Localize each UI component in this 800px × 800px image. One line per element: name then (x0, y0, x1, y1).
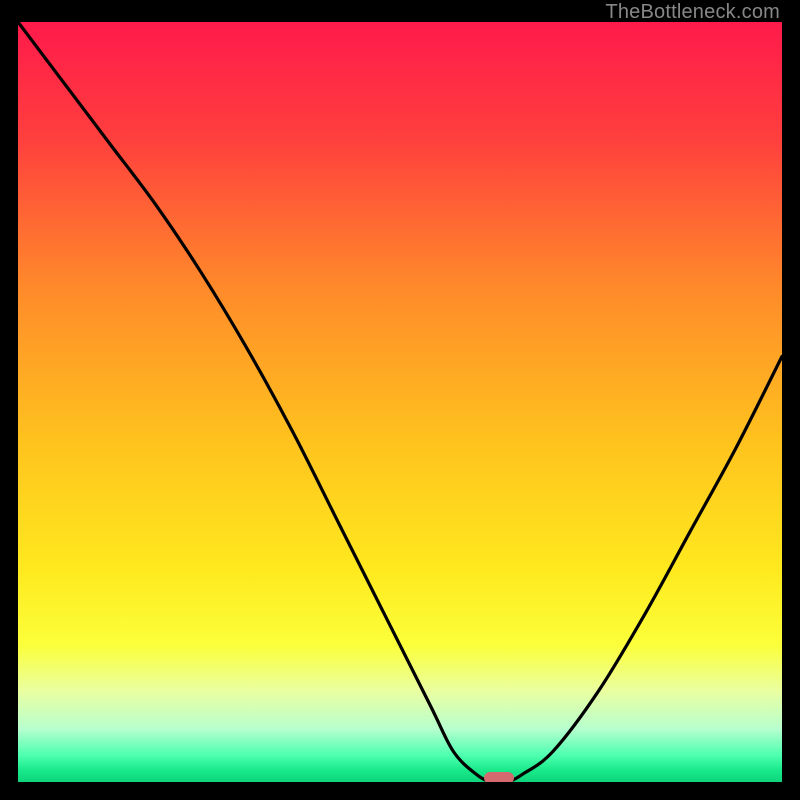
bottleneck-curve (18, 22, 782, 782)
plot-area (18, 22, 782, 782)
chart-frame: TheBottleneck.com (0, 0, 800, 800)
watermark-text: TheBottleneck.com (605, 1, 780, 24)
optimal-point-marker (484, 772, 514, 782)
